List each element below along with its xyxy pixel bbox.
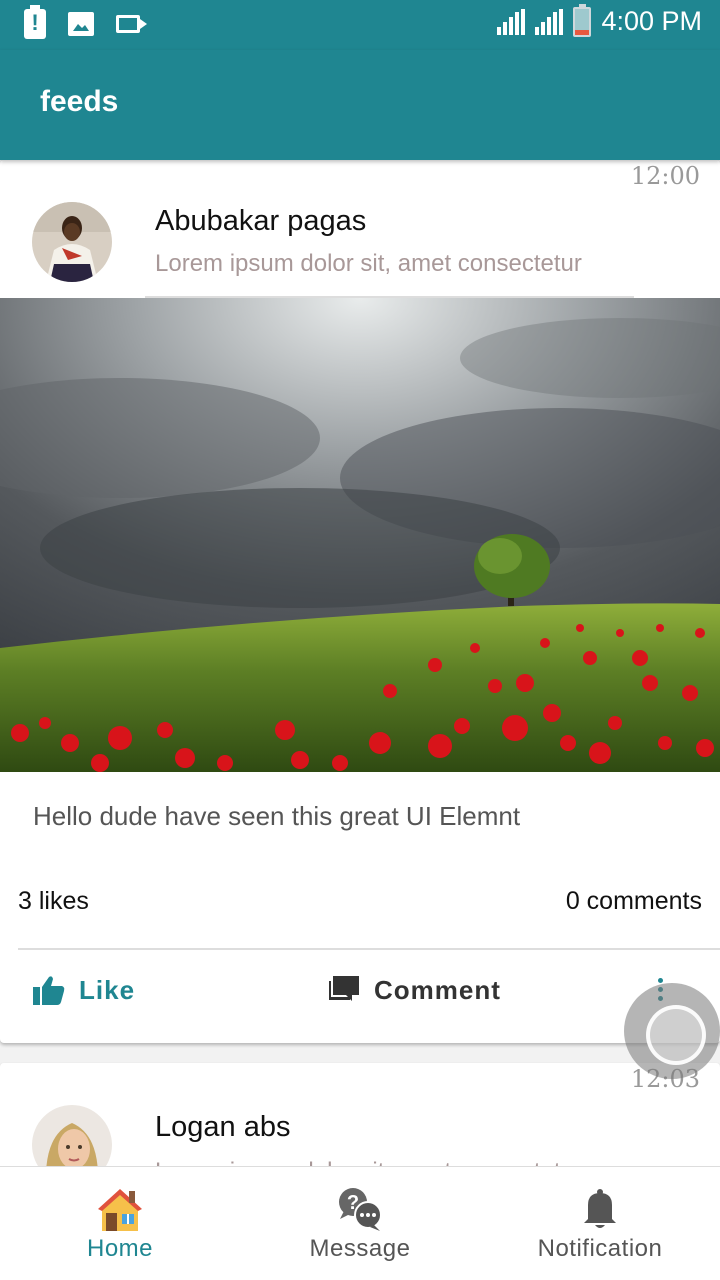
comment-label: Comment bbox=[374, 974, 501, 1005]
comments-count[interactable]: 0 comments bbox=[566, 887, 702, 916]
screen: ! 4:00 PM feeds 12:00 Abubakar pagas Lor… bbox=[0, 0, 720, 1280]
app-bar: feeds bbox=[0, 50, 720, 160]
signal-icon bbox=[535, 8, 564, 35]
avatar[interactable] bbox=[32, 202, 112, 282]
post-image[interactable] bbox=[0, 298, 720, 772]
status-time: 4:00 PM bbox=[601, 6, 702, 36]
comment-button[interactable]: Comment bbox=[328, 972, 501, 1008]
battery-alert-icon: ! bbox=[24, 5, 46, 39]
thumbs-up-icon bbox=[33, 976, 65, 1005]
post-author[interactable]: Abubakar pagas bbox=[155, 205, 366, 238]
nav-message-label: Message bbox=[309, 1235, 411, 1262]
battery-icon bbox=[573, 3, 592, 37]
nav-notification[interactable]: Notification bbox=[480, 1167, 720, 1280]
comment-icon bbox=[329, 976, 359, 1001]
avatar[interactable] bbox=[32, 1105, 112, 1166]
chat-bubble-icon: ? bbox=[339, 1188, 382, 1231]
likes-count[interactable]: 3 likes bbox=[18, 887, 89, 916]
image-icon bbox=[68, 12, 94, 36]
like-label: Like bbox=[79, 974, 136, 1005]
post-time: 12:00 bbox=[630, 162, 700, 190]
post-text: Hello dude have seen this great UI Elemn… bbox=[33, 801, 521, 831]
status-icons-left: ! bbox=[24, 5, 147, 39]
nav-notification-label: Notification bbox=[537, 1235, 663, 1262]
post-author[interactable]: Logan abs bbox=[155, 1111, 290, 1144]
divider bbox=[18, 948, 720, 950]
nav-message[interactable]: ? Message bbox=[240, 1167, 480, 1280]
post-card[interactable]: 12:00 Abubakar pagas Lorem ipsum dolor s… bbox=[0, 160, 720, 1043]
signal-icon bbox=[497, 8, 526, 35]
bottom-navigation: Home ? Message Notification bbox=[0, 1166, 720, 1280]
post-preview: Lorem ipsum dolor sit, amet consectetur bbox=[155, 1158, 600, 1166]
house-icon bbox=[98, 1189, 142, 1231]
page-title: feeds bbox=[40, 85, 119, 118]
status-icons-right: 4:00 PM bbox=[497, 3, 702, 37]
nav-home[interactable]: Home bbox=[0, 1167, 240, 1280]
post-card[interactable]: 12:03 Logan abs Lorem ipsum dolor sit, a… bbox=[0, 1063, 720, 1166]
bell-icon bbox=[584, 1189, 616, 1228]
feed-list[interactable]: 12:00 Abubakar pagas Lorem ipsum dolor s… bbox=[0, 160, 720, 1166]
video-icon bbox=[116, 15, 147, 33]
like-button[interactable]: Like bbox=[33, 972, 135, 1008]
nav-home-label: Home bbox=[86, 1235, 154, 1262]
status-bar: ! 4:00 PM bbox=[0, 0, 720, 50]
assistive-touch-button[interactable] bbox=[624, 983, 720, 1079]
post-preview: Lorem ipsum dolor sit, amet consectetur bbox=[155, 250, 582, 277]
